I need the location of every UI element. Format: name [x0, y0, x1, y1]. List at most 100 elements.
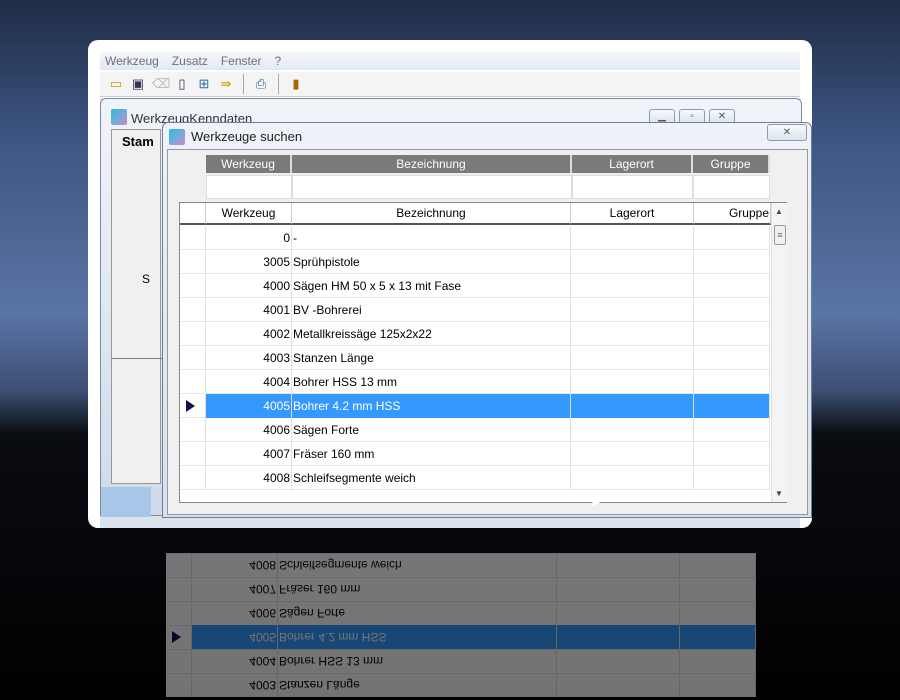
- cell-bezeichnung[interactable]: Bohrer HSS 13 mm: [292, 370, 571, 394]
- cell-bezeichnung[interactable]: Schleifsegmente weich: [292, 466, 571, 490]
- cell-bezeichnung[interactable]: Sägen Forte: [292, 418, 571, 442]
- cell-gruppe[interactable]: [694, 250, 770, 274]
- tab-stammdaten[interactable]: Stam: [122, 134, 154, 149]
- table-row[interactable]: 4008 Schleifsegmente weich: [166, 553, 756, 577]
- cell-lagerort[interactable]: [557, 649, 680, 673]
- column-header-lagerort[interactable]: Lagerort: [571, 203, 694, 225]
- cell-werkzeug[interactable]: 3005: [206, 250, 292, 274]
- cell-bezeichnung[interactable]: -: [292, 226, 571, 250]
- cell-werkzeug[interactable]: 0: [206, 226, 292, 250]
- cell-werkzeug[interactable]: 4006: [206, 418, 292, 442]
- table-row[interactable]: 4006 Sägen Forte: [166, 601, 756, 625]
- table-row[interactable]: 4005 Bohrer 4.2 mm HSS: [180, 394, 770, 418]
- cell-werkzeug[interactable]: 4004: [206, 370, 292, 394]
- row-indicator[interactable]: [166, 649, 192, 673]
- table-row[interactable]: 4005 Bohrer 4.2 mm HSS: [166, 625, 756, 649]
- cell-bezeichnung[interactable]: Bohrer 4.2 mm HSS: [278, 625, 557, 649]
- filter-werkzeug-input[interactable]: [206, 175, 292, 199]
- cell-bezeichnung[interactable]: Sägen Forte: [278, 601, 557, 625]
- cell-bezeichnung[interactable]: Stanzen Länge: [292, 346, 571, 370]
- page-icon[interactable]: ▯: [174, 76, 190, 92]
- row-indicator[interactable]: [180, 274, 206, 298]
- cell-werkzeug[interactable]: 4006: [192, 601, 278, 625]
- scroll-down-icon[interactable]: ▼: [775, 489, 783, 498]
- cell-gruppe[interactable]: [694, 418, 770, 442]
- vertical-scrollbar[interactable]: ▲ ≡ ▼: [771, 203, 787, 502]
- cell-gruppe[interactable]: [694, 346, 770, 370]
- cell-lagerort[interactable]: [571, 226, 694, 250]
- cell-werkzeug[interactable]: 4000: [206, 274, 292, 298]
- scroll-up-icon[interactable]: ▲: [775, 207, 783, 216]
- cell-bezeichnung[interactable]: BV -Bohrerei: [292, 298, 571, 322]
- cell-lagerort[interactable]: [571, 370, 694, 394]
- row-indicator[interactable]: [180, 394, 206, 418]
- cell-werkzeug[interactable]: 4003: [206, 346, 292, 370]
- row-indicator[interactable]: [180, 226, 206, 250]
- cell-gruppe[interactable]: [680, 673, 756, 697]
- cell-lagerort[interactable]: [571, 298, 694, 322]
- cell-bezeichnung[interactable]: Sprühpistole: [292, 250, 571, 274]
- cell-bezeichnung[interactable]: Metallkreissäge 125x2x22: [292, 322, 571, 346]
- row-indicator[interactable]: [180, 442, 206, 466]
- cell-gruppe[interactable]: [680, 553, 756, 577]
- cell-bezeichnung[interactable]: Schleifsegmente weich: [278, 553, 557, 577]
- cell-gruppe[interactable]: [694, 322, 770, 346]
- table-row[interactable]: 4006 Sägen Forte: [180, 418, 770, 442]
- row-indicator[interactable]: [180, 250, 206, 274]
- cell-gruppe[interactable]: [680, 577, 756, 601]
- menu-werkzeug[interactable]: Werkzeug: [105, 54, 159, 68]
- cell-lagerort[interactable]: [571, 346, 694, 370]
- cell-gruppe[interactable]: [680, 601, 756, 625]
- table-row[interactable]: 4007 Fräser 160 mm: [166, 577, 756, 601]
- cell-lagerort[interactable]: [571, 442, 694, 466]
- table-row[interactable]: 4000 Sägen HM 50 x 5 x 13 mit Fase: [180, 274, 770, 298]
- cell-lagerort[interactable]: [557, 673, 680, 697]
- erase-icon[interactable]: ⌫: [152, 76, 170, 92]
- print-icon[interactable]: ⎙: [253, 76, 269, 92]
- cell-werkzeug[interactable]: 4007: [206, 442, 292, 466]
- row-indicator[interactable]: [180, 418, 206, 442]
- cell-gruppe[interactable]: [694, 466, 770, 490]
- cell-werkzeug[interactable]: 4003: [192, 673, 278, 697]
- row-indicator[interactable]: [180, 322, 206, 346]
- cell-bezeichnung[interactable]: Stanzen Länge: [278, 673, 557, 697]
- cell-bezeichnung[interactable]: Bohrer HSS 13 mm: [278, 649, 557, 673]
- cell-gruppe[interactable]: [680, 625, 756, 649]
- table-row[interactable]: 0 -: [180, 226, 770, 250]
- row-indicator[interactable]: [180, 466, 206, 490]
- table-row[interactable]: 4004 Bohrer HSS 13 mm: [180, 370, 770, 394]
- cell-gruppe[interactable]: [694, 298, 770, 322]
- cell-gruppe[interactable]: [680, 649, 756, 673]
- cell-werkzeug[interactable]: 4005: [206, 394, 292, 418]
- row-indicator[interactable]: [166, 553, 192, 577]
- cell-werkzeug[interactable]: 4005: [192, 625, 278, 649]
- cell-werkzeug[interactable]: 4002: [206, 322, 292, 346]
- cell-gruppe[interactable]: [694, 370, 770, 394]
- cell-werkzeug[interactable]: 4001: [206, 298, 292, 322]
- cell-lagerort[interactable]: [571, 466, 694, 490]
- table-row[interactable]: 4003 Stanzen Länge: [180, 346, 770, 370]
- save-icon[interactable]: ▣: [130, 76, 146, 92]
- table-row[interactable]: 4002 Metallkreissäge 125x2x22: [180, 322, 770, 346]
- row-indicator[interactable]: [166, 673, 192, 697]
- cell-bezeichnung[interactable]: Bohrer 4.2 mm HSS: [292, 394, 571, 418]
- transfer-icon[interactable]: ⇛: [218, 76, 234, 92]
- table-row[interactable]: 4004 Bohrer HSS 13 mm: [166, 649, 756, 673]
- table-row[interactable]: 4007 Fräser 160 mm: [180, 442, 770, 466]
- filter-gruppe-input[interactable]: [693, 175, 770, 199]
- table-row[interactable]: 3005 Sprühpistole: [180, 250, 770, 274]
- row-indicator[interactable]: [166, 577, 192, 601]
- cell-werkzeug[interactable]: 4004: [192, 649, 278, 673]
- cell-gruppe[interactable]: [694, 394, 770, 418]
- cell-gruppe[interactable]: [694, 442, 770, 466]
- cell-bezeichnung[interactable]: Fräser 160 mm: [292, 442, 571, 466]
- column-header-werkzeug[interactable]: Werkzeug: [206, 203, 292, 225]
- filter-lagerort-input[interactable]: [572, 175, 693, 199]
- table-row[interactable]: 4003 Stanzen Länge: [166, 673, 756, 697]
- cell-gruppe[interactable]: [694, 274, 770, 298]
- cell-werkzeug[interactable]: 4008: [206, 466, 292, 490]
- cell-bezeichnung[interactable]: Sägen HM 50 x 5 x 13 mit Fase: [292, 274, 571, 298]
- row-indicator[interactable]: [180, 370, 206, 394]
- cell-lagerort[interactable]: [571, 274, 694, 298]
- row-indicator[interactable]: [166, 625, 192, 649]
